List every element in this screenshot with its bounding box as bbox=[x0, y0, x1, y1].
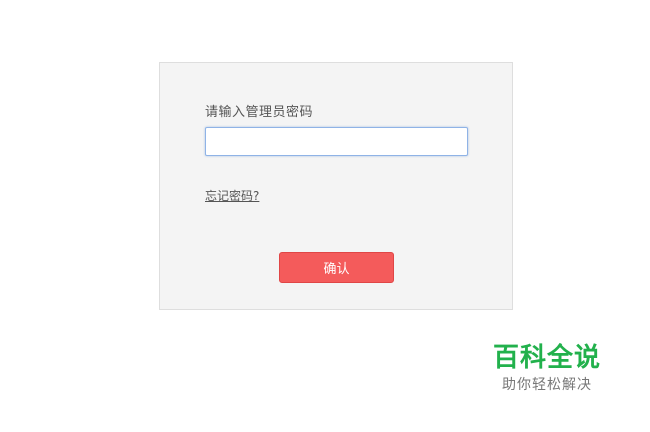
forgot-password-link[interactable]: 忘记密码? bbox=[205, 187, 259, 204]
password-prompt-label: 请输入管理员密码 bbox=[205, 105, 314, 120]
watermark-title: 百科全说 bbox=[492, 343, 601, 373]
login-panel: 请输入管理员密码 忘记密码? 确认 bbox=[159, 62, 513, 310]
watermark-subtitle: 助你轻松解决 bbox=[502, 377, 592, 393]
password-input[interactable] bbox=[205, 127, 468, 156]
watermark-logo: 百科全说 助你轻松解决 bbox=[482, 342, 612, 396]
confirm-button[interactable]: 确认 bbox=[279, 252, 394, 283]
